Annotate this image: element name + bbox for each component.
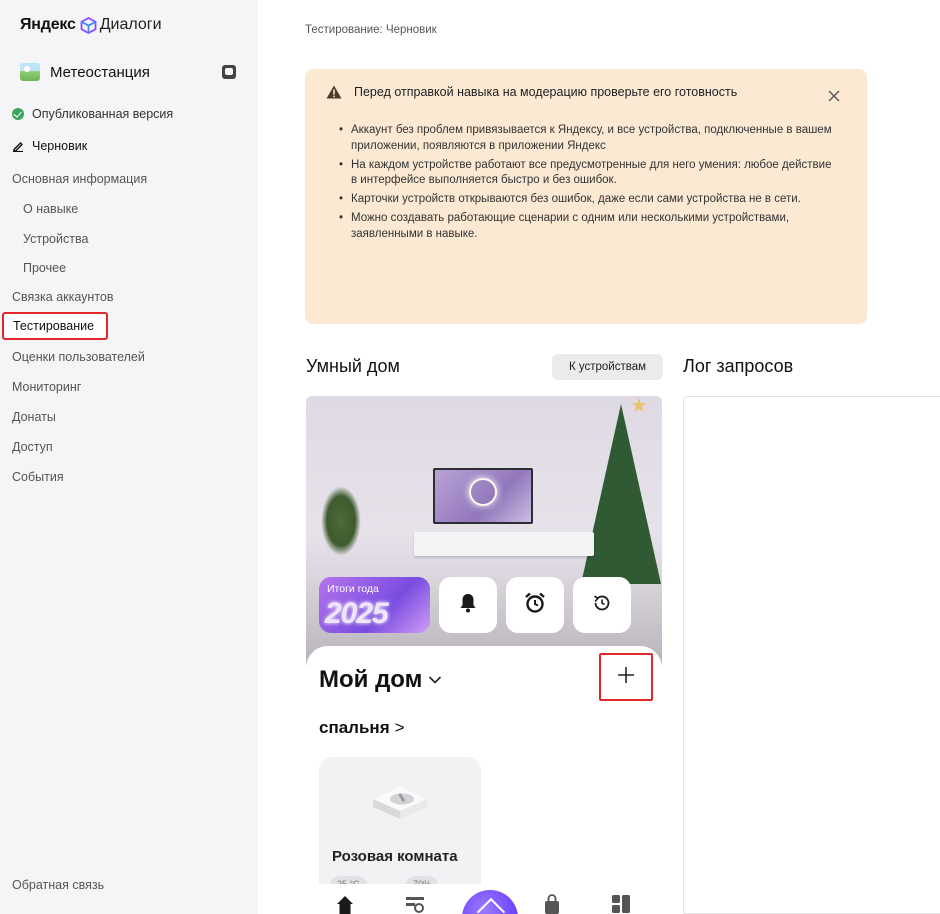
shop-icon[interactable] (542, 894, 562, 914)
published-check-icon (12, 108, 24, 120)
home-selector[interactable]: Мой дом (319, 666, 442, 694)
published-version-link[interactable]: Опубликованная версия (12, 104, 173, 124)
home-panel: Мой дом спальня > Розовая комната (306, 646, 662, 914)
alert-item: Аккаунт без проблем привязывается к Янде… (339, 123, 839, 155)
room-name: спальня (319, 718, 390, 737)
sidebar: Яндекс Диалоги Метеостанция Опубликованн… (0, 0, 258, 914)
logo-product: Диалоги (99, 16, 162, 33)
history-button[interactable] (573, 577, 631, 633)
sidebar-item-other[interactable]: Прочее (23, 258, 66, 278)
skill-thumbnail (20, 63, 40, 81)
year-summary-card[interactable]: Итоги года 2025 (319, 577, 430, 633)
alert-header: Перед отправкой навыка на модерацию пров… (326, 85, 737, 99)
smart-home-title: Умный дом (306, 356, 400, 376)
sidebar-item-access[interactable]: Доступ (12, 437, 53, 457)
alarms-button[interactable] (506, 577, 564, 633)
scene-tv-ring (469, 478, 497, 506)
sidebar-item-ratings[interactable]: Оценки пользователей (12, 347, 145, 367)
draft-link[interactable]: Черновик (12, 136, 87, 156)
sensor-device-icon (367, 777, 433, 825)
alert-item: На каждом устройстве работают все предус… (339, 158, 839, 190)
skill-menu-icon[interactable] (222, 65, 236, 79)
alert-title: Перед отправкой навыка на модерацию пров… (354, 85, 738, 99)
plus-icon (616, 665, 636, 690)
sidebar-item-about[interactable]: О навыке (23, 199, 78, 219)
chevron-down-icon (428, 675, 442, 685)
sidebar-item-events[interactable]: События (12, 467, 64, 487)
sidebar-item-main-info[interactable]: Основная информация (12, 169, 147, 189)
christmas-tree (581, 404, 661, 584)
warning-icon (326, 85, 342, 99)
home-title: Мой дом (319, 666, 423, 693)
notifications-button[interactable] (439, 577, 497, 633)
bell-icon (459, 593, 477, 618)
dashboard-icon[interactable] (611, 894, 631, 914)
sidebar-item-account-linking[interactable]: Связка аккаунтов (12, 287, 114, 307)
pencil-icon (12, 138, 24, 158)
sidebar-item-monitoring[interactable]: Мониторинг (12, 377, 81, 397)
room-link[interactable]: спальня > (319, 718, 405, 738)
history-icon (592, 593, 612, 618)
alert-checklist: Аккаунт без проблем привязывается к Янде… (339, 123, 839, 246)
draft-label: Черновик (32, 139, 88, 153)
request-log-panel[interactable] (683, 396, 940, 914)
chevron-right-icon: > (394, 718, 405, 737)
scene-plant (321, 486, 361, 556)
year-summary-number: 2025 (325, 597, 389, 630)
star-icon (632, 398, 646, 412)
sidebar-item-donations[interactable]: Донаты (12, 407, 56, 427)
smart-home-preview: Итоги года 2025 Мой дом спальня > Розова… (306, 396, 662, 914)
readiness-alert: Перед отправкой навыка на модерацию пров… (305, 69, 867, 324)
add-device-button[interactable] (599, 653, 653, 701)
close-icon[interactable] (827, 89, 841, 103)
alert-item: Можно создавать работающие сценарии с од… (339, 211, 839, 243)
home-icon[interactable] (335, 894, 355, 914)
to-devices-button[interactable]: К устройствам (552, 354, 663, 380)
logo[interactable]: Яндекс Диалоги (20, 16, 162, 34)
skill-name: Метеостанция (50, 63, 150, 81)
sidebar-item-devices[interactable]: Устройства (23, 229, 88, 249)
logo-brand: Яндекс (20, 16, 76, 33)
feedback-link[interactable]: Обратная связь (12, 878, 104, 892)
cube-icon (80, 16, 97, 34)
published-version-label: Опубликованная версия (32, 107, 174, 121)
skill-selector[interactable]: Метеостанция (20, 60, 236, 84)
scenarios-icon[interactable] (405, 894, 425, 914)
breadcrumb: Тестирование: Черновик (305, 24, 437, 36)
alarm-clock-icon (524, 592, 546, 619)
year-summary-label: Итоги года (327, 583, 379, 595)
device-name: Розовая комната (332, 848, 458, 865)
alert-item: Карточки устройств открываются без ошибо… (339, 192, 839, 208)
sidebar-item-testing[interactable]: Тестирование (2, 312, 108, 340)
room-scene-image: Итоги года 2025 (306, 396, 662, 666)
request-log-title: Лог запросов (683, 356, 794, 376)
scene-console (414, 532, 594, 556)
